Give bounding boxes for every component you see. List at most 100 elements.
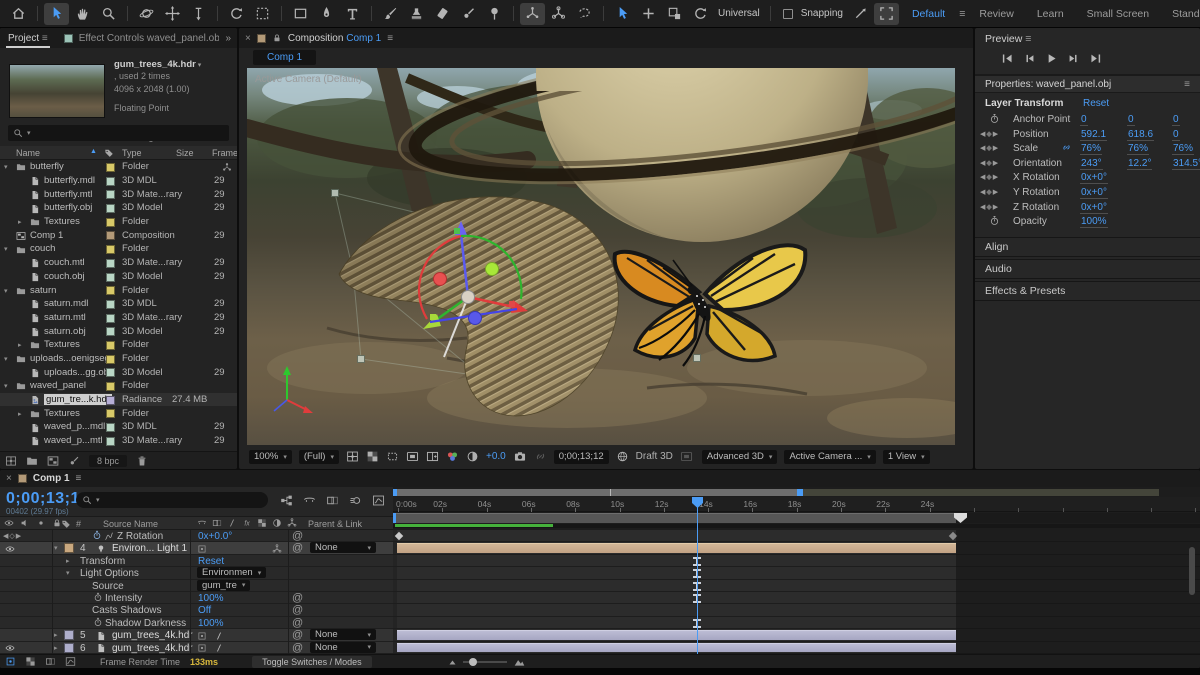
group-label[interactable]: Light Options: [80, 568, 139, 579]
project-row-butterfly-mdl[interactable]: butterfly.mdl3D MDL29: [0, 174, 237, 188]
preview-panel-title[interactable]: Preview: [985, 33, 1022, 45]
project-row-couch[interactable]: ▾couchFolder: [0, 242, 237, 256]
pick-whip-icon[interactable]: @: [292, 604, 303, 616]
transparency-grid-icon[interactable]: [366, 450, 379, 463]
item-name[interactable]: waved_p...mdl: [44, 421, 105, 432]
property-value[interactable]: Reset: [198, 556, 224, 567]
layer-color-swatch[interactable]: [64, 543, 74, 553]
property-value[interactable]: 100%: [198, 618, 224, 629]
project-row-saturn-obj[interactable]: saturn.obj3D Model29: [0, 324, 237, 338]
zoom-out-mountain-icon[interactable]: [448, 658, 457, 666]
project-row-waved-p-mdl[interactable]: waved_p...mdl3D MDL29: [0, 420, 237, 434]
project-row-butterfly-obj[interactable]: butterfly.obj3D Model29: [0, 201, 237, 215]
gizmo-mode-label[interactable]: Universal: [714, 8, 764, 19]
tool-gizmo-lasso[interactable]: [572, 3, 597, 25]
property-value[interactable]: 314.5°: [1172, 158, 1200, 170]
property-value[interactable]: 100%: [198, 593, 224, 604]
tab-effect-controls[interactable]: Effect Controls waved_panel.obj: [79, 33, 219, 44]
property-value[interactable]: 0: [1127, 114, 1135, 126]
tool-zoom[interactable]: [96, 3, 121, 25]
timeline-row-intensity[interactable]: Intensity100%@: [0, 592, 393, 604]
twirl-open-icon[interactable]: ▾: [4, 355, 13, 363]
play-button[interactable]: [1045, 52, 1058, 65]
next-frame-button[interactable]: [1067, 52, 1080, 65]
timeline-row-source[interactable]: Sourcegum_tre▾: [0, 580, 393, 592]
keyframe-navigator[interactable]: ◀◆▶: [980, 173, 999, 181]
color-depth-button[interactable]: 8 bpc: [89, 455, 127, 467]
project-row-couch-obj[interactable]: couch.obj3D Model29: [0, 270, 237, 284]
number-column[interactable]: #: [76, 519, 81, 529]
property-value[interactable]: Off: [198, 605, 211, 616]
sort-ascending-icon[interactable]: ▲: [90, 148, 97, 155]
tab-composition-label[interactable]: Composition: [288, 33, 344, 44]
item-name[interactable]: uploads...oenigsegg: [30, 353, 115, 364]
timeline-row-gum-trees-4k-hdr[interactable]: ▸5gum_trees_4k.hdr@None▾: [0, 629, 393, 641]
tool-dolly-camera[interactable]: [186, 3, 211, 25]
project-row-saturn-mdl[interactable]: saturn.mdl3D MDL29: [0, 297, 237, 311]
item-name[interactable]: uploads...gg.obj: [44, 367, 111, 378]
magnification-dropdown[interactable]: 100%▾: [249, 450, 292, 464]
time-ruler[interactable]: 0:00s02s04s06s08s10s12s14s16s18s20s22s24…: [393, 497, 1200, 512]
project-row-uploads-oenigsegg[interactable]: ▾uploads...oenigseggFolder: [0, 352, 237, 366]
timeline-row-gum-trees-4k-hdr[interactable]: ▸6gum_trees_4k.hdr@None▾: [0, 642, 393, 654]
tool-gizmo-scale[interactable]: [662, 3, 687, 25]
workspace-small-screen[interactable]: Small Screen: [1076, 8, 1160, 20]
resolution-dropdown[interactable]: (Full)▾: [299, 450, 339, 464]
panel-section-effects-presets[interactable]: Effects & Presets: [975, 281, 1200, 301]
item-name[interactable]: butterfly.mtl: [44, 189, 92, 200]
layer-duration-bar[interactable]: [397, 630, 956, 639]
item-name[interactable]: Textures: [44, 408, 80, 419]
property-value[interactable]: 76%: [1127, 143, 1149, 155]
workspace-standard[interactable]: Standard: [1161, 8, 1200, 20]
project-row-butterfly-mtl[interactable]: butterfly.mtl3D Mate...rary29: [0, 187, 237, 201]
project-row-gum-tre-k-hdr[interactable]: gum_tre...k.hdrRadiance27.4 MB: [0, 393, 237, 407]
keyframe-navigator[interactable]: ◀◆▶: [980, 188, 999, 196]
project-row-couch-mtl[interactable]: couch.mtl3D Mate...rary29: [0, 256, 237, 270]
group-label[interactable]: Transform: [80, 556, 125, 567]
tool-eraser[interactable]: [430, 3, 455, 25]
property-value[interactable]: 0: [1172, 129, 1180, 141]
tool-puppet-pin[interactable]: [482, 3, 507, 25]
toggle-switches-modes-button[interactable]: Toggle Switches / Modes: [252, 656, 372, 668]
property-value[interactable]: 0x+0°: [1080, 187, 1108, 199]
project-row-saturn-mtl[interactable]: saturn.mtl3D Mate...rary29: [0, 311, 237, 325]
adjust-icon[interactable]: [68, 455, 80, 467]
vertical-scrollbar[interactable]: [1189, 547, 1195, 595]
parent-dropdown[interactable]: None▾: [310, 629, 376, 640]
item-name[interactable]: gum_tre...k.hdr: [44, 394, 112, 405]
time-navigator-bar[interactable]: [393, 489, 1200, 496]
property-value[interactable]: 0x+0°: [1080, 172, 1108, 184]
tool-gizmo-move[interactable]: [636, 3, 661, 25]
layer-name[interactable]: gum_trees_4k.hdr: [112, 643, 193, 654]
project-row-uploads-gg-obj[interactable]: uploads...gg.obj3D Model29: [0, 365, 237, 379]
close-timeline-tab-icon[interactable]: ×: [6, 473, 12, 484]
tool-focus-frame[interactable]: [874, 3, 899, 25]
properties-menu-icon[interactable]: ≡: [1184, 79, 1190, 90]
property-value[interactable]: 592.1: [1080, 129, 1107, 141]
footage-name[interactable]: gum_trees_4k.hdr: [114, 59, 196, 70]
workspace-default[interactable]: Default: [901, 8, 956, 20]
pick-whip-icon[interactable]: @: [292, 530, 303, 542]
property-value[interactable]: 0: [1080, 114, 1088, 126]
workspace-learn[interactable]: Learn: [1026, 8, 1075, 20]
property-label[interactable]: Source: [92, 581, 124, 592]
reset-button[interactable]: Reset: [1083, 98, 1109, 109]
col-type[interactable]: Type: [122, 148, 142, 158]
viewer-timecode[interactable]: 0;00;13;12: [554, 450, 609, 464]
project-row-textures[interactable]: ▸TexturesFolder: [0, 406, 237, 420]
first-frame-button[interactable]: [1001, 52, 1014, 65]
panel-section-align[interactable]: Align: [975, 237, 1200, 257]
item-name[interactable]: Comp 1: [30, 230, 63, 241]
tool-selection[interactable]: [44, 3, 69, 25]
timeline-row-environ-light-1[interactable]: ▾4Environ... Light 1@None▾: [0, 542, 393, 554]
twirl-open-icon[interactable]: ▾: [4, 287, 13, 295]
snapshot-camera-icon[interactable]: [513, 450, 527, 463]
item-name[interactable]: waved_panel: [30, 380, 86, 391]
tool-pan-camera[interactable]: [160, 3, 185, 25]
twirl-open-icon[interactable]: ▾: [4, 163, 13, 171]
tool-home[interactable]: [6, 3, 31, 25]
item-name[interactable]: butterfly.mdl: [44, 175, 95, 186]
parent-dropdown[interactable]: None▾: [310, 642, 376, 653]
property-value[interactable]: 0: [1172, 114, 1180, 126]
twirl-open-icon[interactable]: ▾: [54, 544, 63, 552]
